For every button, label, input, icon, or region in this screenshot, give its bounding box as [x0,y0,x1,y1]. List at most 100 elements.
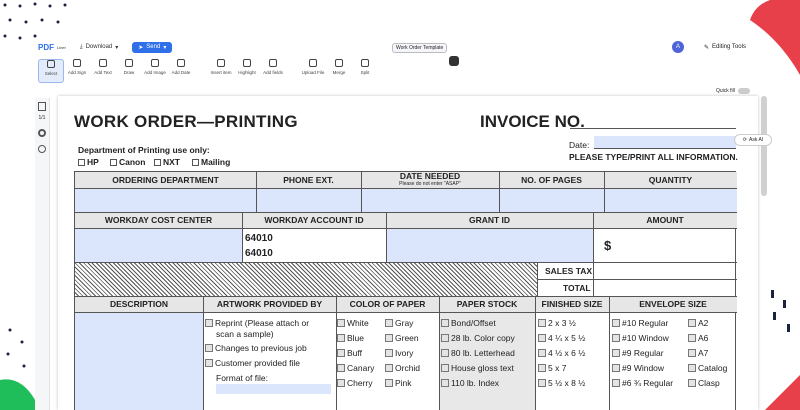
tool-insert-item[interactable]: Insert item [208,59,234,83]
tool-add-fields[interactable]: Add fields [260,59,286,83]
checkbox[interactable] [538,379,546,387]
avatar[interactable]: A [672,41,684,53]
format-field[interactable] [216,384,331,394]
checkbox[interactable] [538,349,546,357]
tool-add-text[interactable]: Add Text [90,59,116,83]
editing-tools-button[interactable]: ✎ Editing Tools [704,44,746,51]
checkbox[interactable] [337,379,345,387]
artwork-customer[interactable]: Customer provided file [205,358,300,368]
ask-ai-button[interactable]: ⟳ Ask AI [734,134,772,146]
quantity-field[interactable] [604,188,737,212]
stock-index[interactable]: 110 lb. Index [441,378,499,388]
checkbox[interactable] [192,158,199,166]
tool-merge[interactable]: Merge [326,59,352,83]
checkbox[interactable] [612,334,620,342]
env-9-window[interactable]: #9 Window [612,363,664,373]
env-clasp[interactable]: Clasp [688,378,720,388]
dept-canon[interactable]: Canon [110,157,145,167]
checkbox[interactable] [385,349,393,357]
pages-icon[interactable] [38,102,46,111]
date-field[interactable] [594,136,736,149]
tool-highlight[interactable]: Highlight [234,59,260,83]
scrollbar[interactable] [761,96,767,196]
stock-bond[interactable]: Bond/Offset [441,318,496,328]
artwork-changes[interactable]: Changes to previous job [205,343,307,353]
tool-draw[interactable]: Draw [116,59,142,83]
env-a7[interactable]: A7 [688,348,708,358]
env-10-regular[interactable]: #10 Regular [612,318,668,328]
size-3[interactable]: 4 ½ x 6 ½ [538,348,585,358]
dept-mailing[interactable]: Mailing [192,157,230,167]
color-green[interactable]: Green [385,333,419,343]
checkbox[interactable] [385,334,393,342]
dept-nxt[interactable]: NXT [154,157,180,167]
checkbox[interactable] [688,364,696,372]
cost-center-field[interactable] [75,228,242,262]
tool-select[interactable]: Select [38,59,64,83]
checkbox[interactable] [688,349,696,357]
color-white[interactable]: White [337,318,369,328]
checkbox[interactable] [538,334,546,342]
checkbox[interactable] [688,319,696,327]
account-id-value[interactable]: 64010 [245,233,273,244]
checkbox[interactable] [337,364,345,372]
stock-letterhead[interactable]: 80 lb. Letterhead [441,348,515,358]
color-ivory[interactable]: Ivory [385,348,413,358]
quick-fill[interactable]: Quick fill [716,88,750,94]
checkbox[interactable] [205,359,213,367]
checkbox[interactable] [612,364,620,372]
env-a2[interactable]: A2 [688,318,708,328]
send-button[interactable]: ➤ Send ▾ [132,41,173,53]
checkbox[interactable] [612,319,620,327]
grant-id-field[interactable] [386,228,593,262]
zoom-icon[interactable] [38,145,46,153]
checkbox[interactable] [688,379,696,387]
checkbox[interactable] [337,319,345,327]
checkbox[interactable] [441,334,449,342]
gear-icon[interactable] [38,129,46,137]
checkbox[interactable] [441,379,449,387]
tool-add-date[interactable]: Add Date [168,59,194,83]
date-needed-field[interactable] [361,188,499,212]
color-pink[interactable]: Pink [385,378,412,388]
artwork-reprint[interactable]: Reprint (Please attach or [205,318,309,328]
account-id-value[interactable]: 64010 [245,248,273,259]
phone-ext-field[interactable] [256,188,361,212]
download-button[interactable]: ⤓ Download ▾ [80,44,118,51]
color-cherry[interactable]: Cherry [337,378,373,388]
dept-hp[interactable]: HP [78,157,99,167]
env-catalog[interactable]: Catalog [688,363,727,373]
env-a6[interactable]: A6 [688,333,708,343]
size-1[interactable]: 2 x 3 ½ [538,318,576,328]
stock-color-copy[interactable]: 28 lb. Color copy [441,333,515,343]
checkbox[interactable] [612,349,620,357]
color-gray[interactable]: Gray [385,318,413,328]
pages-field[interactable] [499,188,604,212]
env-10-window[interactable]: #10 Window [612,333,669,343]
checkbox[interactable] [154,158,161,166]
env-9-regular[interactable]: #9 Regular [612,348,664,358]
logo[interactable]: PDF Liner [38,43,66,52]
checkbox[interactable] [612,379,620,387]
checkbox[interactable] [337,349,345,357]
checkbox[interactable] [538,364,546,372]
checkbox[interactable] [441,364,449,372]
description-field[interactable] [75,312,203,410]
tool-split[interactable]: Split [352,59,378,83]
color-blue[interactable]: Blue [337,333,364,343]
checkbox[interactable] [385,364,393,372]
checkbox[interactable] [385,379,393,387]
ordering-dept-field[interactable] [75,188,256,212]
color-orchid[interactable]: Orchid [385,363,420,373]
checkbox[interactable] [688,334,696,342]
checkbox[interactable] [538,319,546,327]
size-4[interactable]: 5 x 7 [538,363,566,373]
checkbox[interactable] [337,334,345,342]
size-5[interactable]: 5 ½ x 8 ½ [538,378,585,388]
size-2[interactable]: 4 ¼ x 5 ½ [538,333,585,343]
checkbox[interactable] [385,319,393,327]
color-canary[interactable]: Canary [337,363,374,373]
quick-fill-toggle[interactable] [737,88,750,94]
tool-add-image[interactable]: Add Image [142,59,168,83]
checkbox[interactable] [78,158,85,166]
